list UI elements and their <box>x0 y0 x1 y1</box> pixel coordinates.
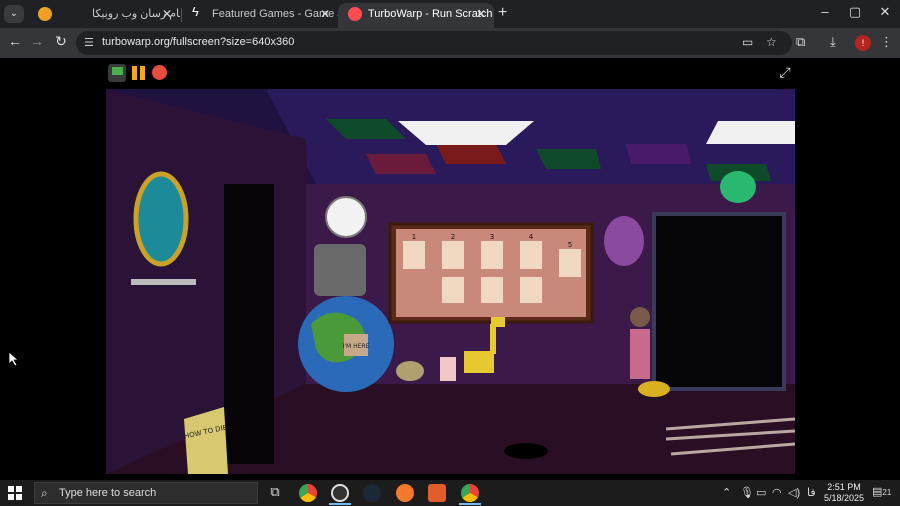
notification-icon: ▤ <box>872 486 883 498</box>
system-clock[interactable]: 2:51 PM 5/18/2025 <box>822 482 866 504</box>
tab-strip: ⌄ پیام رسان وب روبیکا ✕ ϟ Featured Games… <box>0 0 900 28</box>
page-content: ⤢ I'M HERE HOW TO DIE 1 2 3 4 5 <box>0 58 900 480</box>
jar <box>440 357 456 381</box>
cast-icon[interactable]: ▭ <box>742 35 753 49</box>
steam-icon[interactable] <box>363 484 381 502</box>
bookmark-star-icon[interactable]: ☆ <box>766 35 777 49</box>
close-window-button[interactable]: ✕ <box>870 4 900 20</box>
notification-count: 21 <box>882 488 892 497</box>
close-icon[interactable]: ✕ <box>476 3 486 25</box>
giraffe <box>464 351 494 373</box>
search-icon: ⌕ <box>41 486 48 500</box>
reload-icon[interactable]: ↻ <box>50 33 72 50</box>
url-text[interactable]: turbowarp.org/fullscreen?size=640x360 <box>102 36 294 48</box>
browser-chrome: ⌄ پیام رسان وب روبیکا ✕ ϟ Featured Games… <box>0 0 900 58</box>
battery-icon[interactable]: ▭ <box>756 486 766 499</box>
taskbar-search[interactable]: ⌕ Type here to search <box>34 482 258 504</box>
address-bar[interactable]: ☰ turbowarp.org/fullscreen?size=640x360 … <box>76 31 792 55</box>
windows-taskbar: ⌕ Type here to search ⧉ ⌃ 🎙 ▭ ◠ ◁) فا 2:… <box>0 480 900 506</box>
green-mask <box>720 171 756 203</box>
poster-number: 2 <box>451 233 455 241</box>
search-placeholder: Type here to search <box>59 487 157 499</box>
coin-stack <box>638 381 670 397</box>
extensions-icon[interactable]: ⧉ <box>796 34 805 50</box>
clock-time: 2:51 PM <box>827 482 861 492</box>
right-doorway <box>652 212 786 391</box>
minimize-button[interactable]: – <box>810 4 840 19</box>
wifi-icon[interactable]: ◠ <box>772 486 782 499</box>
clock <box>325 196 367 238</box>
chrome-icon[interactable] <box>299 484 317 502</box>
game-stage[interactable]: I'M HERE HOW TO DIE 1 2 3 4 5 <box>106 89 795 474</box>
poster-number: 5 <box>568 241 572 249</box>
volume-icon[interactable]: ◁) <box>788 486 800 499</box>
new-tab-button[interactable]: + <box>498 4 507 22</box>
poster-number: 3 <box>490 233 494 241</box>
chrome-active-icon[interactable] <box>461 484 479 502</box>
mirror <box>133 171 189 267</box>
maximize-button[interactable]: ▢ <box>840 4 870 20</box>
left-doorway <box>224 184 274 464</box>
game-scene: I'M HERE HOW TO DIE 1 2 3 45 <box>106 89 795 474</box>
clock-date: 5/18/2025 <box>823 493 865 503</box>
back-icon[interactable]: ← <box>4 33 26 49</box>
browser-toolbar: ← → ↻ ☰ turbowarp.org/fullscreen?size=64… <box>0 28 900 58</box>
windows-start-icon[interactable] <box>8 486 22 500</box>
portrait <box>604 216 644 266</box>
blender-icon[interactable] <box>396 484 414 502</box>
book <box>184 407 228 474</box>
tab-turbowarp[interactable]: TurboWarp - Run Scratch proje ✕ <box>338 3 494 28</box>
tab-gamejolt[interactable]: ϟ Featured Games - Game Jolt ✕ <box>182 3 338 28</box>
turbowarp-icon <box>348 7 362 21</box>
ceiling-light <box>706 121 795 144</box>
notification-center[interactable]: ▤21 <box>872 485 891 498</box>
poster-number: 4 <box>529 233 534 241</box>
tray-chevron-icon[interactable]: ⌃ <box>722 486 731 499</box>
menu-icon[interactable]: ⋮ <box>880 34 893 50</box>
site-info-icon[interactable]: ☰ <box>84 36 94 49</box>
jukebox <box>314 244 366 296</box>
profile-avatar[interactable]: ! <box>855 35 871 51</box>
language-indicator[interactable]: فا <box>807 486 816 499</box>
fullscreen-icon[interactable]: ⤢ <box>776 64 794 81</box>
download-icon[interactable]: ⤓ <box>830 34 836 50</box>
active-indicator <box>329 503 351 505</box>
task-view-icon[interactable]: ⧉ <box>266 484 284 502</box>
floor-hole <box>504 443 548 459</box>
close-icon[interactable]: ✕ <box>162 3 172 25</box>
map-label: I'M HERE <box>343 343 370 350</box>
steam-alt-icon[interactable] <box>331 484 349 502</box>
rubika-icon <box>38 7 52 21</box>
microphone-icon[interactable]: 🎙 <box>740 486 754 499</box>
poster-number: 1 <box>412 233 416 241</box>
green-flag-icon[interactable] <box>108 64 126 82</box>
girl-figure <box>630 329 650 379</box>
app-le-icon[interactable] <box>428 484 446 502</box>
tab-rubika[interactable]: پیام رسان وب روبیکا ✕ <box>28 3 180 28</box>
pause-icon[interactable] <box>130 64 148 82</box>
gamejolt-icon: ϟ <box>192 4 199 19</box>
close-icon[interactable]: ✕ <box>320 3 330 25</box>
active-indicator <box>459 503 481 505</box>
stop-icon[interactable] <box>151 64 169 82</box>
tab-search-button[interactable]: ⌄ <box>4 5 24 23</box>
dome <box>396 361 424 381</box>
forward-icon[interactable]: → <box>26 33 48 49</box>
